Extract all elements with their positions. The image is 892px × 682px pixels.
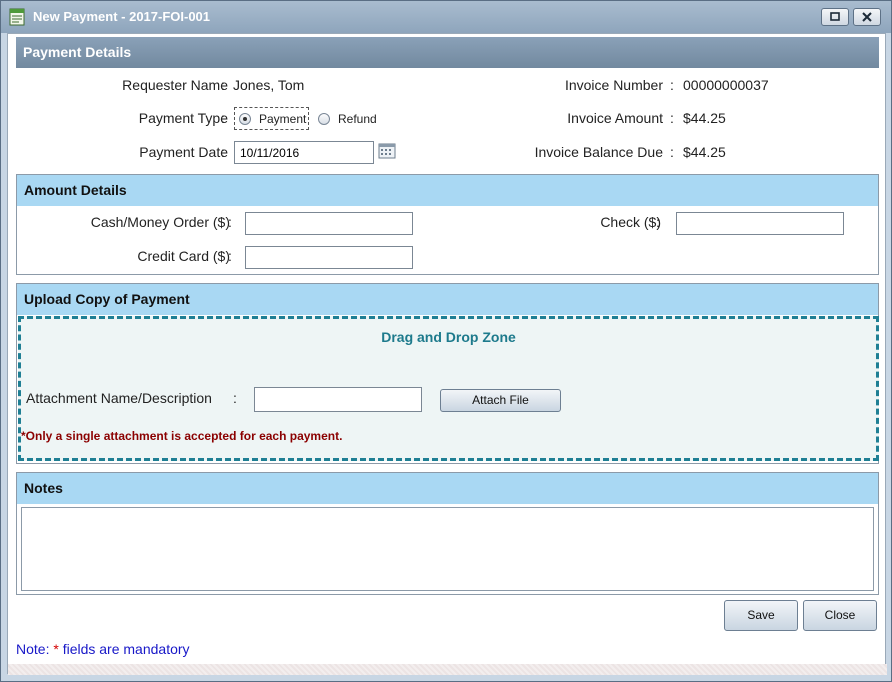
notes-header: Notes <box>17 473 878 504</box>
cash-label: Cash/Money Order ($) <box>90 214 230 230</box>
payment-date-sep: : <box>221 144 225 160</box>
close-button[interactable]: Close <box>803 600 877 631</box>
invoice-number-label: Invoice Number <box>564 77 663 93</box>
attach-file-button[interactable]: Attach File <box>440 389 561 412</box>
credit-card-input[interactable] <box>245 246 413 269</box>
invoice-amount-label: Invoice Amount <box>567 110 663 126</box>
check-sep: : <box>656 214 660 230</box>
invoice-number-value: 00000000037 <box>683 77 769 93</box>
invoice-amount-sep: : <box>670 110 674 126</box>
credit-card-sep: : <box>228 248 232 264</box>
attachment-label: Attachment Name/Description <box>26 390 212 406</box>
amount-details-header: Amount Details <box>17 175 878 206</box>
calendar-icon[interactable] <box>378 143 396 159</box>
restore-icon <box>830 12 840 21</box>
requester-name-label: Requester Name <box>122 77 228 93</box>
attachment-description-input[interactable] <box>254 387 422 412</box>
notes-section: Notes <box>16 472 879 595</box>
amount-details-section: Amount Details Cash/Money Order ($) : Ch… <box>16 174 879 275</box>
payment-details-header: Payment Details <box>16 37 879 68</box>
attachment-sep: : <box>233 390 237 406</box>
title-bar[interactable]: New Payment - 2017-FOI-001 <box>1 1 891 33</box>
drag-drop-zone[interactable]: Drag and Drop Zone Attachment Name/Descr… <box>18 316 879 461</box>
window-title: New Payment - 2017-FOI-001 <box>33 9 211 24</box>
notes-textarea[interactable] <box>21 507 874 591</box>
payment-type-sep: : <box>221 110 225 126</box>
form-icon <box>9 8 25 26</box>
mandatory-note-text: fields are mandatory <box>58 641 190 657</box>
invoice-amount-value: $44.25 <box>683 110 726 126</box>
invoice-balance-label: Invoice Balance Due <box>534 144 663 160</box>
mandatory-note: Note: * fields are mandatory <box>16 641 190 657</box>
footer-band <box>8 664 887 675</box>
upload-section: Upload Copy of Payment Drag and Drop Zon… <box>16 283 879 464</box>
invoice-number-sep: : <box>670 77 674 93</box>
payment-date-input[interactable] <box>234 141 374 164</box>
upload-header: Upload Copy of Payment <box>17 284 878 315</box>
requester-name-value: Jones, Tom <box>233 77 305 93</box>
refund-radio[interactable] <box>318 113 330 125</box>
restore-button[interactable] <box>821 8 849 26</box>
payment-details-section: Payment Details Requester Name : Jones, … <box>16 37 879 170</box>
refund-radio-label[interactable]: Refund <box>338 112 377 126</box>
save-button[interactable]: Save <box>724 600 798 631</box>
credit-card-label: Credit Card ($) <box>137 248 230 264</box>
payment-date-label: Payment Date <box>139 144 228 160</box>
payment-radio-label[interactable]: Payment <box>259 112 306 126</box>
payment-dialog: New Payment - 2017-FOI-001 Payment Detai… <box>0 0 892 682</box>
close-window-button[interactable] <box>853 8 881 26</box>
check-label: Check ($) <box>600 214 661 230</box>
close-icon <box>862 12 872 22</box>
cash-input[interactable] <box>245 212 413 235</box>
mandatory-note-prefix: Note: <box>16 641 54 657</box>
payment-radio[interactable] <box>239 113 251 125</box>
cash-sep: : <box>228 214 232 230</box>
dialog-content: Payment Details Requester Name : Jones, … <box>7 33 887 675</box>
drag-drop-title: Drag and Drop Zone <box>381 329 516 345</box>
invoice-balance-value: $44.25 <box>683 144 726 160</box>
payment-type-label: Payment Type <box>138 110 228 126</box>
requester-name-sep: : <box>221 77 225 93</box>
check-input[interactable] <box>676 212 844 235</box>
invoice-balance-sep: : <box>670 144 674 160</box>
single-attachment-warning: *Only a single attachment is accepted fo… <box>21 429 343 443</box>
